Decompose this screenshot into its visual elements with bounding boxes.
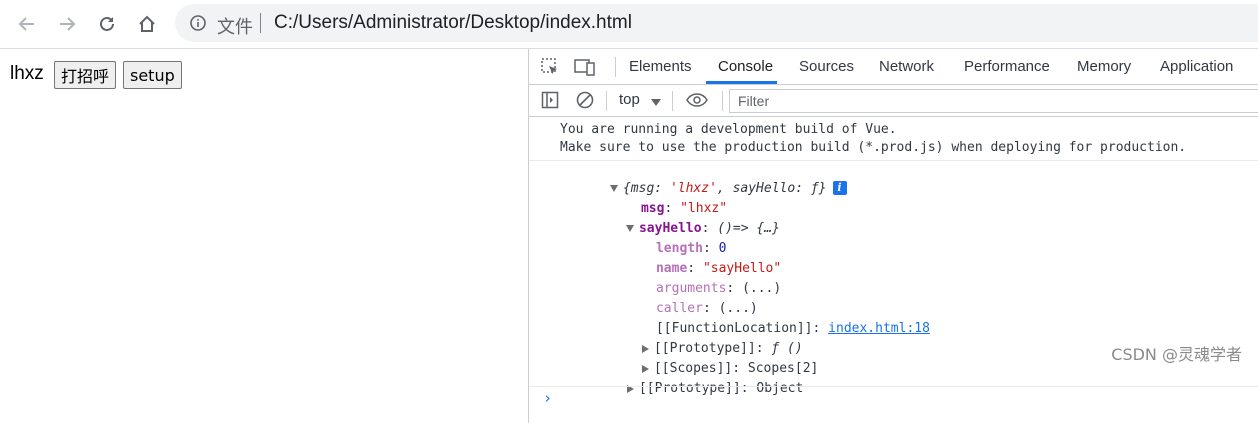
tab-memory[interactable]: Memory	[1077, 58, 1131, 75]
live-expression-eye-icon[interactable]	[686, 89, 708, 111]
tab-network[interactable]: Network	[879, 58, 934, 75]
forward-icon[interactable]	[53, 10, 81, 38]
browser-toolbar: 文件 C:/Users/Administrator/Desktop/index.…	[0, 0, 1258, 49]
toolbar-separator	[672, 91, 673, 111]
source-link[interactable]: index.html:18	[828, 321, 930, 336]
info-badge-icon[interactable]: i	[832, 181, 847, 195]
home-icon[interactable]	[133, 10, 161, 38]
device-toolbar-icon[interactable]	[574, 56, 596, 78]
inspect-element-icon[interactable]	[539, 56, 561, 78]
url-separator	[260, 13, 261, 33]
devtools-tab-bar: Elements Console Sources Network Perform…	[529, 49, 1258, 85]
url-text[interactable]: C:/Users/Administrator/Desktop/index.htm…	[274, 12, 632, 34]
tab-sources[interactable]: Sources	[799, 58, 854, 75]
watermark-text: CSDN @灵魂学者	[1111, 345, 1242, 364]
tab-divider	[615, 57, 616, 77]
reload-icon[interactable]	[93, 10, 121, 38]
dropdown-arrow-icon[interactable]	[651, 94, 661, 112]
context-selector[interactable]: top	[619, 91, 640, 108]
devtools-panel: Elements Console Sources Network Perform…	[528, 49, 1258, 423]
address-bar[interactable]: 文件 C:/Users/Administrator/Desktop/index.…	[175, 4, 1258, 42]
console-message-line: Make sure to use the production build (*…	[560, 140, 1187, 155]
tab-performance[interactable]: Performance	[964, 58, 1050, 75]
info-icon[interactable]	[189, 14, 207, 37]
console-message-line: You are running a development build of V…	[560, 122, 897, 137]
console-prompt-icon[interactable]: ›	[543, 389, 552, 407]
greet-button[interactable]: 打招呼	[54, 61, 117, 89]
page-viewport: lhxz 打招呼 setup	[0, 49, 528, 423]
message-text: lhxz	[10, 63, 44, 84]
back-icon[interactable]	[13, 10, 41, 38]
clear-console-icon[interactable]	[574, 89, 596, 111]
tab-elements[interactable]: Elements	[629, 58, 692, 75]
filter-input[interactable]	[730, 90, 1258, 112]
setup-button[interactable]: setup	[123, 61, 182, 89]
console-output: You are running a development build of V…	[529, 117, 1258, 423]
message-divider	[529, 386, 1258, 387]
property-row-prototype[interactable]: [[Prototype]]: Object	[580, 366, 803, 411]
tab-application[interactable]: Application	[1160, 58, 1233, 75]
sidebar-toggle-icon[interactable]	[539, 89, 561, 111]
toolbar-separator	[722, 91, 723, 111]
filter-field[interactable]	[729, 89, 1258, 113]
toolbar-separator	[606, 91, 607, 111]
console-toolbar: top	[529, 84, 1258, 117]
tab-console[interactable]: Console	[718, 58, 773, 75]
message-divider	[529, 160, 1258, 161]
url-scheme-label: 文件	[217, 17, 253, 38]
